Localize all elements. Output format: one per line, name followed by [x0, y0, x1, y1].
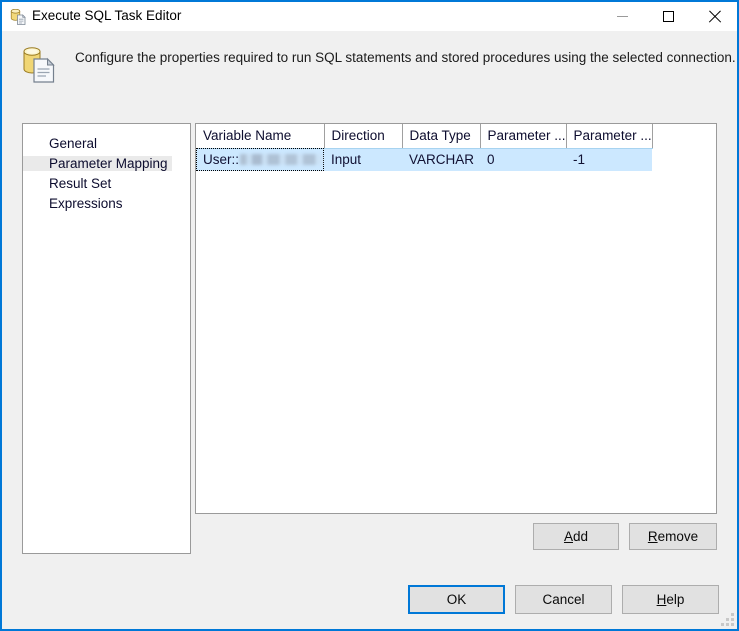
ok-button[interactable]: OK — [408, 585, 505, 614]
cell-parameter-name[interactable]: 0 — [480, 148, 567, 172]
dialog-description: Configure the properties required to run… — [75, 50, 736, 65]
cell-variable-name[interactable]: User:: — [196, 148, 325, 172]
remove-button-label: Remove — [647, 529, 699, 544]
close-icon — [708, 10, 721, 23]
column-header-direction[interactable]: Direction — [324, 124, 403, 149]
execute-sql-task-editor-dialog: Execute SQL Task Editor Configure the pr… — [0, 0, 739, 631]
resize-grip[interactable] — [721, 613, 734, 626]
variable-name-text: User:: — [203, 152, 240, 167]
close-button[interactable] — [691, 2, 737, 31]
help-button[interactable]: Help — [622, 585, 719, 614]
cell-data-type[interactable]: VARCHAR — [402, 148, 481, 172]
minimize-icon — [616, 16, 628, 17]
column-header-parameter-name[interactable]: Parameter ... — [480, 124, 567, 149]
ok-button-label: OK — [446, 592, 467, 607]
sidebar-item-label: Result Set — [49, 175, 112, 191]
column-header-data-type[interactable]: Data Type — [402, 124, 481, 149]
dialog-header: Configure the properties required to run… — [2, 31, 737, 100]
settings-nav-panel: General Parameter Mapping Result Set Exp… — [22, 123, 191, 554]
table-header-row: Variable Name Direction Data Type Parame… — [196, 124, 653, 149]
minimize-button[interactable] — [599, 2, 645, 31]
maximize-button[interactable] — [645, 2, 691, 31]
parameter-table: Variable Name Direction Data Type Parame… — [196, 124, 653, 172]
sidebar-item-parameter-mapping[interactable]: Parameter Mapping — [23, 154, 190, 172]
help-button-label: Help — [656, 592, 685, 607]
sql-task-icon — [9, 8, 27, 26]
table-row[interactable]: User:: Input VARCHAR 0 -1 — [196, 148, 653, 172]
sidebar-item-label: General — [49, 135, 98, 151]
parameter-mapping-grid[interactable]: Variable Name Direction Data Type Parame… — [195, 123, 717, 514]
window-title: Execute SQL Task Editor — [32, 8, 182, 23]
sidebar-item-label: Expressions — [49, 195, 123, 211]
remove-button[interactable]: Remove — [629, 523, 717, 550]
cancel-button-label: Cancel — [542, 592, 585, 607]
cancel-button[interactable]: Cancel — [515, 585, 612, 614]
sidebar-item-result-set[interactable]: Result Set — [23, 174, 190, 192]
add-button[interactable]: Add — [533, 523, 619, 550]
maximize-icon — [662, 11, 674, 22]
title-bar[interactable]: Execute SQL Task Editor — [2, 2, 737, 31]
redacted-variable-name — [240, 154, 325, 165]
add-button-label: Add — [563, 529, 589, 544]
column-header-parameter-size[interactable]: Parameter ... — [566, 124, 653, 149]
column-header-variable-name[interactable]: Variable Name — [196, 124, 325, 149]
sidebar-item-general[interactable]: General — [23, 134, 190, 152]
cell-direction[interactable]: Input — [324, 148, 403, 172]
sidebar-item-expressions[interactable]: Expressions — [23, 194, 190, 212]
cell-parameter-size[interactable]: -1 — [566, 148, 653, 172]
sql-database-script-icon — [20, 44, 60, 84]
sidebar-item-label: Parameter Mapping — [23, 155, 172, 171]
